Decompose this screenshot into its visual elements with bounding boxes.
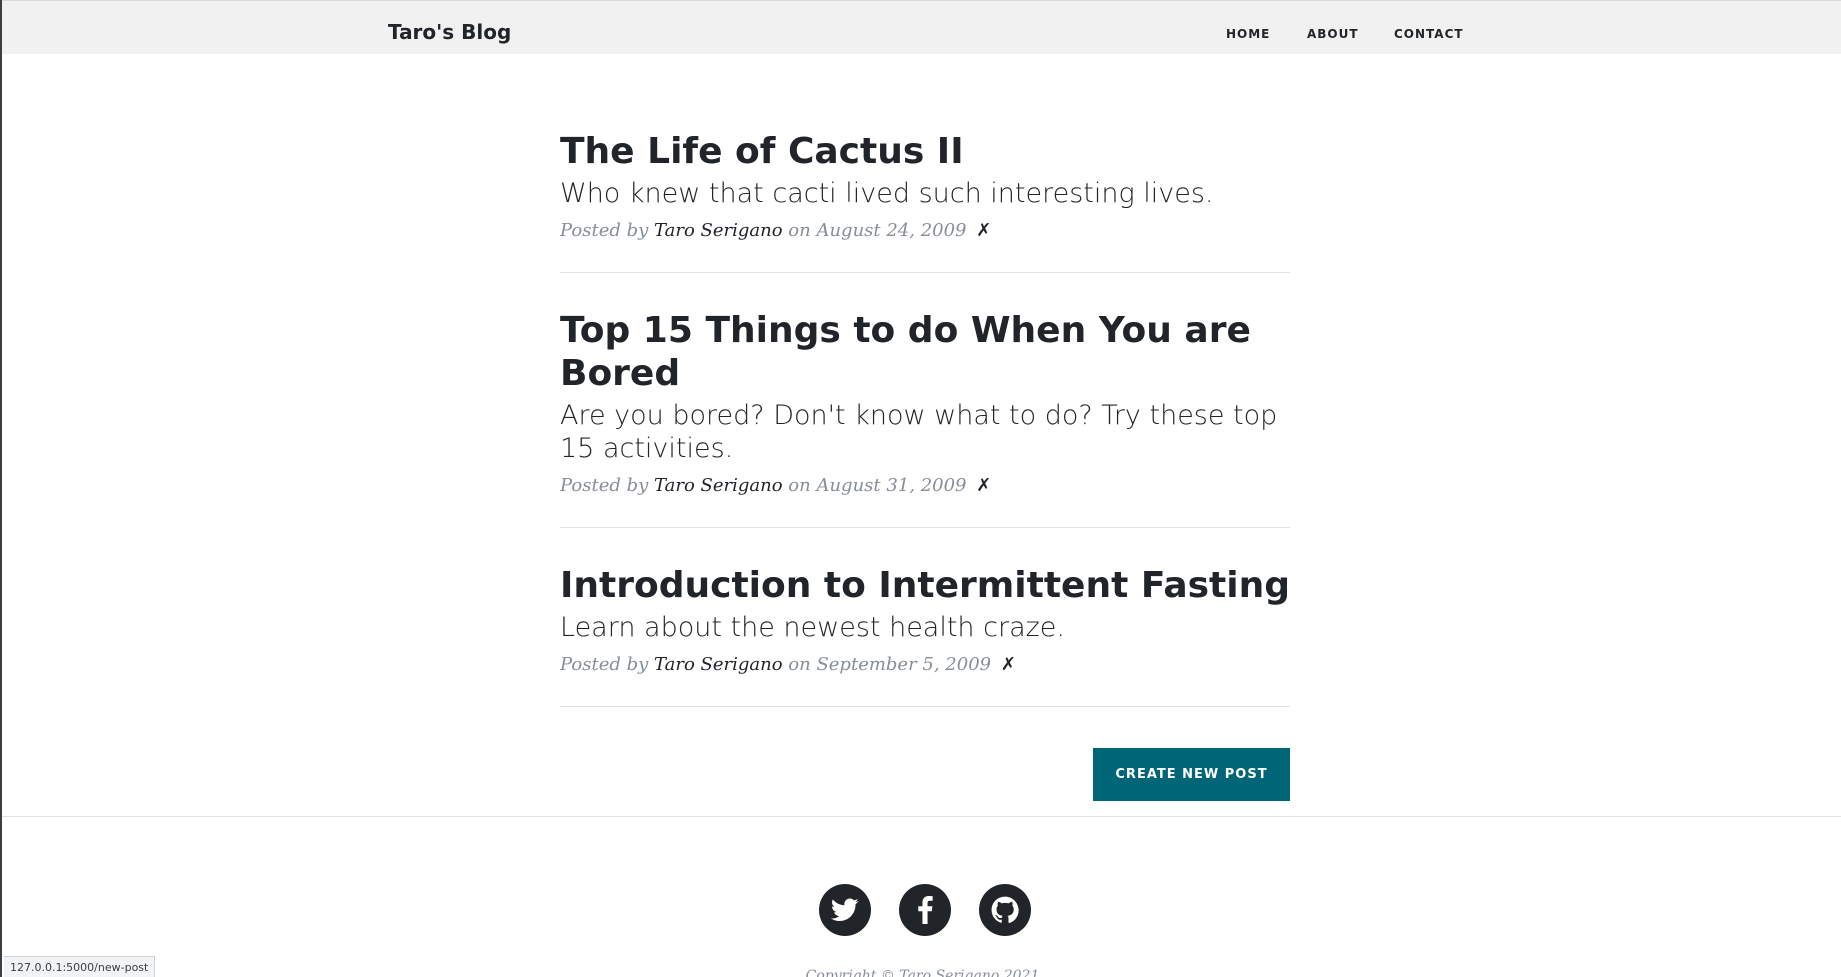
divider <box>560 527 1290 528</box>
author-link[interactable]: Taro Serigano <box>654 475 783 496</box>
social-links <box>819 884 1031 936</box>
post-title[interactable]: The Life of Cactus II <box>560 130 1290 173</box>
posted-by-label: Posted by <box>560 654 649 675</box>
status-bar-url: 127.0.0.1:5000/new-post <box>4 956 156 977</box>
author-link[interactable]: Taro Serigano <box>654 220 783 241</box>
post-preview: Introduction to Intermittent Fasting Lea… <box>560 564 1290 675</box>
post-subtitle[interactable]: Who knew that cacti lived such interesti… <box>560 177 1290 210</box>
post-date: September 5, 2009 <box>816 654 992 675</box>
nav-home-link[interactable]: HOME <box>1226 27 1270 41</box>
date-prefix: on <box>788 475 811 496</box>
nav-contact-link[interactable]: CONTACT <box>1394 27 1464 41</box>
date-prefix: on <box>788 220 811 241</box>
post-meta: Posted by Taro Serigano on August 24, 20… <box>560 220 1290 241</box>
delete-post-icon[interactable]: ✗ <box>976 220 991 241</box>
delete-post-icon[interactable]: ✗ <box>1001 654 1016 675</box>
facebook-glyph <box>918 896 933 924</box>
delete-post-icon[interactable]: ✗ <box>976 475 991 496</box>
post-meta: Posted by Taro Serigano on August 31, 20… <box>560 475 1290 496</box>
post-title[interactable]: Top 15 Things to do When You are Bored <box>560 309 1260 395</box>
post-date: August 31, 2009 <box>816 475 967 496</box>
twitter-glyph <box>831 898 859 921</box>
divider <box>560 706 1290 707</box>
facebook-icon[interactable] <box>899 884 951 936</box>
posted-by-label: Posted by <box>560 220 649 241</box>
footer-divider <box>2 816 1841 817</box>
post-meta: Posted by Taro Serigano on September 5, … <box>560 654 1290 675</box>
twitter-icon[interactable] <box>819 884 871 936</box>
nav-about-link[interactable]: ABOUT <box>1307 27 1359 41</box>
post-preview: The Life of Cactus II Who knew that cact… <box>560 130 1290 241</box>
post-list: The Life of Cactus II Who knew that cact… <box>560 130 1290 743</box>
posted-by-label: Posted by <box>560 475 649 496</box>
post-date: August 24, 2009 <box>816 220 967 241</box>
github-glyph <box>991 896 1019 923</box>
brand-link[interactable]: Taro's Blog <box>388 20 511 44</box>
date-prefix: on <box>788 654 811 675</box>
post-subtitle[interactable]: Learn about the newest health craze. <box>560 611 1290 644</box>
post-subtitle[interactable]: Are you bored? Don't know what to do? Tr… <box>560 399 1290 465</box>
author-link[interactable]: Taro Serigano <box>654 654 783 675</box>
create-new-post-button[interactable]: CREATE NEW POST <box>1093 748 1290 801</box>
post-preview: Top 15 Things to do When You are Bored A… <box>560 309 1290 496</box>
page: Taro's Blog HOME ABOUT CONTACT The Life … <box>0 0 1841 977</box>
divider <box>560 272 1290 273</box>
github-icon[interactable] <box>979 884 1031 936</box>
navbar: Taro's Blog HOME ABOUT CONTACT <box>2 0 1841 54</box>
copyright-text: Copyright © Taro Serigano 2021 <box>805 968 1040 977</box>
post-title[interactable]: Introduction to Intermittent Fasting <box>560 564 1290 607</box>
